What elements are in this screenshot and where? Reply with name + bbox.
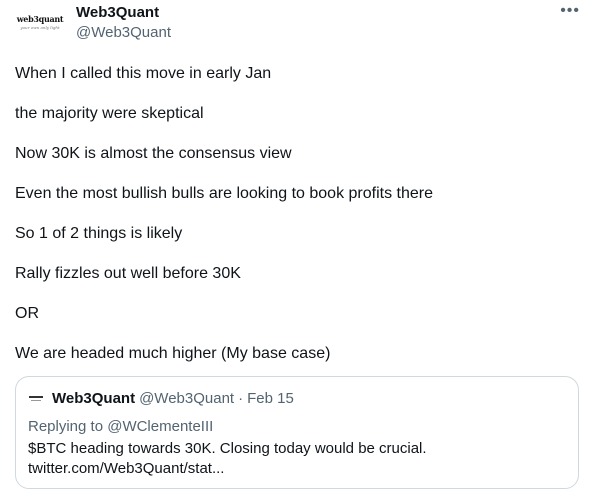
tweet-line: the majority were skeptical [15, 105, 204, 122]
replying-prefix: Replying to [28, 418, 108, 435]
tweet-line: Even the most bullish bulls are looking … [15, 185, 434, 202]
quoted-tweet-header: Web3Quant @Web3Quant · Feb 15 [28, 390, 294, 407]
quoted-date[interactable]: Feb 15 [247, 390, 294, 407]
tweet-line: Now 30K is almost the consensus view [15, 145, 292, 162]
author-display-name[interactable]: Web3Quant [76, 4, 159, 21]
avatar[interactable]: web3quant your own only light [14, 8, 66, 36]
quoted-tweet-text: $BTC heading towards 30K. Closing today … [28, 439, 427, 479]
replying-to-mention[interactable]: @WClementeIII [107, 418, 213, 435]
tweet-line: When I called this move in early Jan [15, 65, 272, 82]
quoted-separator: · [238, 390, 244, 407]
quoted-tweet[interactable]: Web3Quant @Web3Quant · Feb 15 Replying t… [15, 376, 579, 489]
tweet-text: When I called this move in early Jan the… [15, 63, 585, 383]
quoted-handle[interactable]: @Web3Quant [139, 390, 234, 407]
quoted-link[interactable]: twitter.com/Web3Quant/stat... [28, 459, 427, 479]
tweet-line: OR [15, 305, 39, 322]
author-handle[interactable]: @Web3Quant [76, 24, 171, 41]
avatar-logo-text: web3quant [16, 14, 64, 24]
tweet-line: So 1 of 2 things is likely [15, 225, 183, 242]
replying-to: Replying to @WClementeIII [28, 418, 213, 435]
avatar-tagline: your own only light [20, 25, 60, 30]
tweet-line: Rally fizzles out well before 30K [15, 265, 241, 282]
quoted-display-name[interactable]: Web3Quant [52, 390, 135, 407]
tweet: web3quant your own only light Web3Quant … [0, 0, 602, 497]
more-horizontal-icon[interactable]: ••• [560, 2, 580, 20]
quoted-text-line: $BTC heading towards 30K. Closing today … [28, 440, 427, 457]
quoted-avatar[interactable] [28, 394, 44, 404]
